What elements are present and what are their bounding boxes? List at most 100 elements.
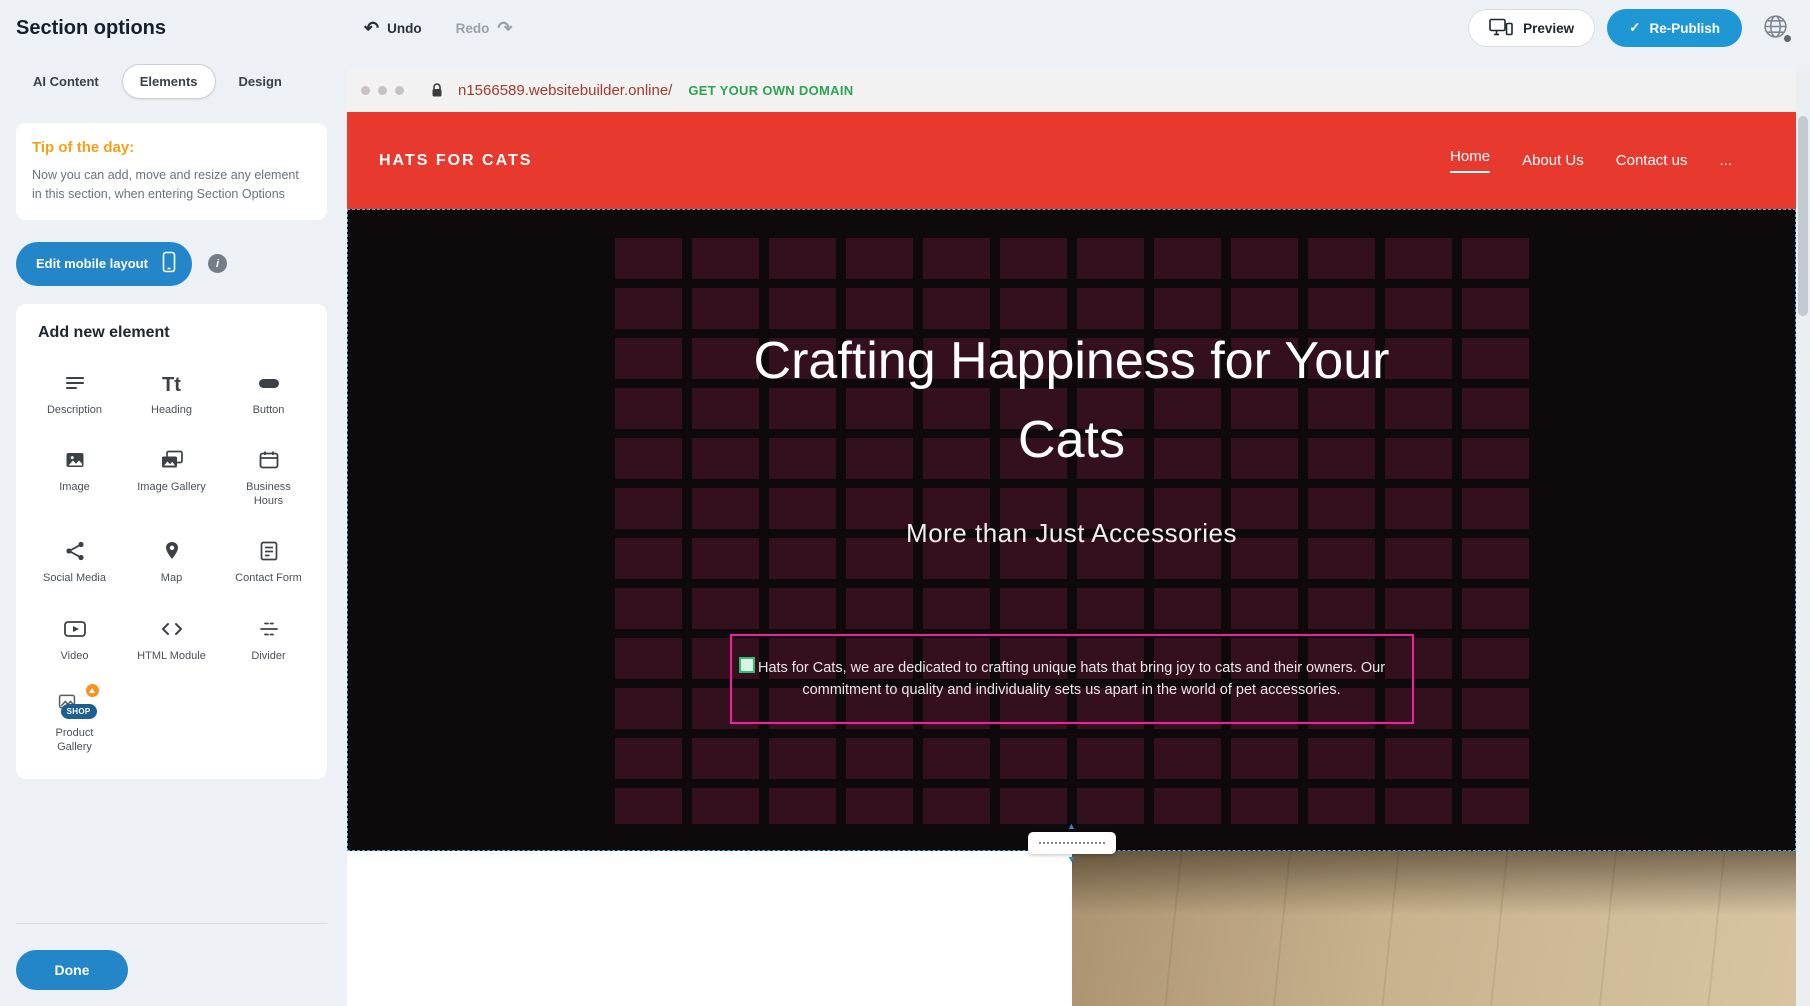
scrollbar-thumb[interactable]	[1798, 116, 1808, 316]
section-resize-handle[interactable]: ▲ ▼	[1028, 822, 1116, 864]
upgrade-badge-icon	[86, 684, 99, 697]
shop-badge-label: SHOP	[61, 704, 97, 719]
tab-ai-content[interactable]: AI Content	[16, 65, 116, 98]
next-section	[347, 851, 1796, 1006]
preview-label: Preview	[1523, 21, 1574, 36]
republish-label: Re-Publish	[1649, 21, 1720, 36]
site-nav: Home About Us Contact us ...	[1450, 148, 1764, 173]
image-icon	[63, 445, 87, 472]
code-icon	[159, 614, 185, 641]
hero-section-selected[interactable]: Crafting Happiness for Your Cats More th…	[347, 209, 1796, 851]
button-icon	[256, 368, 282, 395]
nav-more[interactable]: ...	[1719, 152, 1732, 169]
sidebar-tabs: AI Content Elements Design	[16, 64, 327, 99]
mobile-layout-row: Edit mobile layout i	[16, 242, 327, 286]
element-business-hours[interactable]: Business Hours	[220, 445, 317, 509]
nav-home[interactable]: Home	[1450, 148, 1490, 173]
globe-badge	[1784, 35, 1791, 42]
map-pin-icon	[160, 536, 184, 563]
done-button[interactable]: Done	[16, 950, 128, 990]
undo-icon: ↶	[364, 19, 379, 37]
edit-mobile-label: Edit mobile layout	[36, 256, 148, 271]
social-media-icon	[63, 536, 87, 563]
language-globe-button[interactable]	[1754, 7, 1796, 49]
element-heading[interactable]: Tt Heading	[123, 368, 220, 417]
site-header[interactable]: HATS FOR CATS Home About Us Contact us .…	[347, 112, 1796, 209]
topbar-actions: Preview ✓ Re-Publish	[1468, 7, 1796, 49]
check-icon: ✓	[1629, 20, 1640, 36]
element-grid: Description Tt Heading Button	[26, 368, 317, 755]
sidebar-spacer	[16, 779, 327, 923]
element-image[interactable]: Image	[26, 445, 123, 509]
sidebar: AI Content Elements Design Tip of the da…	[0, 56, 347, 1006]
redo-label: Redo	[456, 21, 490, 36]
republish-button[interactable]: ✓ Re-Publish	[1607, 9, 1742, 47]
product-gallery-icon: SHOP	[55, 691, 95, 718]
add-element-panel: Add new element Description Tt Heading	[16, 304, 327, 779]
scrollbar-track	[1796, 68, 1810, 1006]
preview-button[interactable]: Preview	[1468, 9, 1595, 47]
add-element-title: Add new element	[26, 324, 317, 342]
hero-paragraph-text[interactable]: Hats for Cats, we are dedicated to craft…	[746, 657, 1398, 702]
window-dot	[361, 86, 370, 95]
element-video[interactable]: Video	[26, 614, 123, 663]
tip-title: Tip of the day:	[32, 139, 311, 156]
dotted-line	[1039, 842, 1105, 844]
site-url[interactable]: n1566589.websitebuilder.online/	[458, 82, 672, 99]
arrow-down-icon: ▼	[1067, 855, 1076, 864]
video-icon	[62, 614, 88, 641]
site-page: HATS FOR CATS Home About Us Contact us .…	[347, 112, 1796, 1006]
site-preview-window: n1566589.websitebuilder.online/ GET YOUR…	[347, 68, 1796, 1006]
drag-handle[interactable]	[739, 657, 755, 673]
undo-button[interactable]: ↶ Undo	[364, 19, 422, 37]
arrow-up-icon: ▲	[1067, 822, 1076, 831]
redo-icon: ↷	[497, 19, 512, 37]
window-dot	[378, 86, 387, 95]
editor-canvas: n1566589.websitebuilder.online/ GET YOUR…	[347, 56, 1810, 1006]
lock-icon	[430, 82, 444, 98]
element-product-gallery[interactable]: SHOP Product Gallery	[26, 691, 123, 755]
info-icon[interactable]: i	[208, 254, 227, 273]
tab-elements[interactable]: Elements	[122, 64, 216, 99]
element-contact-form[interactable]: Contact Form	[220, 536, 317, 585]
edit-mobile-layout-button[interactable]: Edit mobile layout	[16, 242, 192, 286]
get-domain-link[interactable]: GET YOUR OWN DOMAIN	[688, 83, 853, 98]
description-icon	[63, 368, 87, 395]
topbar: Section options ↶ Undo Redo ↷ Preview ✓ …	[0, 0, 1810, 56]
element-social-media[interactable]: Social Media	[26, 536, 123, 585]
element-html-module[interactable]: HTML Module	[123, 614, 220, 663]
hero-heading[interactable]: Crafting Happiness for Your Cats	[732, 322, 1412, 480]
nav-about-us[interactable]: About Us	[1522, 152, 1584, 169]
nav-contact-us[interactable]: Contact us	[1616, 152, 1688, 169]
site-logo[interactable]: HATS FOR CATS	[379, 152, 532, 170]
redo-button[interactable]: Redo ↷	[456, 19, 513, 37]
browser-chrome: n1566589.websitebuilder.online/ GET YOUR…	[347, 68, 1796, 112]
element-divider[interactable]: Divider	[220, 614, 317, 663]
page-title: Section options	[16, 17, 346, 40]
main-layout: AI Content Elements Design Tip of the da…	[0, 56, 1810, 1006]
window-dot	[395, 86, 404, 95]
history-controls: ↶ Undo Redo ↷	[364, 19, 512, 37]
tab-design[interactable]: Design	[222, 65, 299, 98]
heading-icon: Tt	[162, 368, 181, 395]
window-controls	[361, 86, 404, 95]
phone-icon	[162, 251, 176, 276]
element-map[interactable]: Map	[123, 536, 220, 585]
next-section-white-area	[347, 851, 1072, 1006]
business-hours-icon	[257, 445, 281, 472]
element-button[interactable]: Button	[220, 368, 317, 417]
contact-form-icon	[257, 536, 281, 563]
hero-paragraph-selected[interactable]: Hats for Cats, we are dedicated to craft…	[730, 634, 1414, 724]
hero-subheading[interactable]: More than Just Accessories	[906, 518, 1237, 549]
tip-body: Now you can add, move and resize any ele…	[32, 166, 311, 204]
resize-pill	[1028, 832, 1116, 854]
next-section-image	[1072, 851, 1797, 1006]
element-description[interactable]: Description	[26, 368, 123, 417]
devices-icon	[1489, 18, 1513, 39]
element-image-gallery[interactable]: Image Gallery	[123, 445, 220, 509]
sidebar-divider	[16, 923, 327, 924]
image-gallery-icon	[159, 445, 185, 472]
undo-label: Undo	[387, 21, 422, 36]
tip-card: Tip of the day: Now you can add, move an…	[16, 123, 327, 220]
divider-icon	[257, 614, 281, 641]
